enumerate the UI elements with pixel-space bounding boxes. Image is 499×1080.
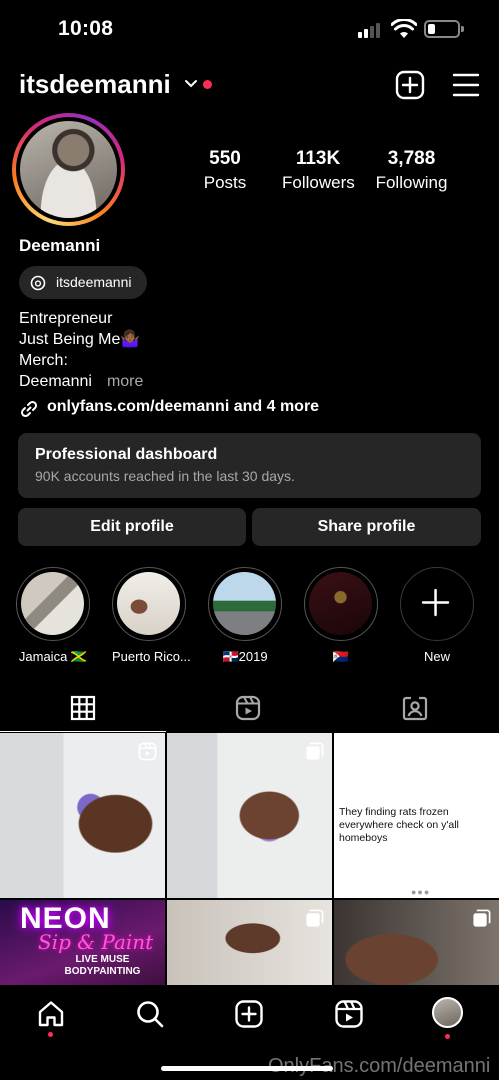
- highlight-label: 🇸🇽: [332, 649, 350, 664]
- threads-icon: [30, 275, 46, 291]
- post-caption: LIVE MUSE BODYPAINTING: [64, 954, 141, 977]
- following-count[interactable]: 3,788 Following: [374, 148, 449, 193]
- followers-count-label: Followers: [282, 173, 355, 192]
- bio-line: Merch:: [19, 352, 68, 369]
- notification-dot: [203, 80, 212, 89]
- bio: Entrepreneur Just Being Me🤷🏾‍♀️ Merch: D…: [19, 308, 143, 392]
- edit-profile-button[interactable]: Edit profile: [18, 508, 246, 546]
- notification-dot: [48, 1032, 53, 1037]
- posts-count[interactable]: 550 Posts: [200, 148, 250, 193]
- tab-tagged[interactable]: [333, 686, 499, 732]
- carousel-icon: [306, 742, 324, 760]
- tab-reels[interactable]: [166, 686, 332, 732]
- search-icon[interactable]: [135, 999, 165, 1029]
- reels-icon[interactable]: [334, 999, 364, 1029]
- display-name: Deemanni: [19, 236, 101, 255]
- menu-icon[interactable]: [452, 72, 480, 98]
- bio-line: Entrepreneur: [19, 310, 113, 327]
- following-count-label: Following: [375, 173, 448, 192]
- plus-icon: [421, 588, 450, 617]
- highlight-label: Jamaica 🇯🇲: [18, 649, 88, 664]
- posts-count-label: Posts: [203, 173, 247, 192]
- followers-count-value: 113K: [295, 148, 341, 169]
- avatar: [20, 121, 117, 218]
- post-thumbnail[interactable]: [334, 900, 499, 985]
- highlight-item[interactable]: Jamaica 🇯🇲: [16, 567, 90, 665]
- bio-link-text: onlyfans.com/deemanni and 4 more: [47, 398, 320, 415]
- home-indicator[interactable]: [161, 1066, 333, 1071]
- bio-line: Just Being Me🤷🏾‍♀️: [19, 331, 141, 348]
- threads-handle: itsdeemanni: [56, 274, 132, 290]
- posts-count-value: 550: [209, 148, 241, 169]
- highlight-item[interactable]: 🇩🇴2019: [208, 567, 282, 665]
- notification-dot: [445, 1034, 450, 1039]
- bio-line: Deemanni: [19, 373, 92, 390]
- highlight-item[interactable]: Puerto Rico...: [112, 567, 191, 664]
- post-subtitle: Sip & Paint: [38, 930, 154, 954]
- threads-badge[interactable]: itsdeemanni: [19, 266, 147, 299]
- cellular-signal-icon: [358, 22, 384, 38]
- dashboard-subtitle: 90K accounts reached in the last 30 days…: [35, 468, 295, 484]
- reels-icon: [138, 742, 157, 761]
- create-icon[interactable]: [395, 70, 425, 100]
- profile-tabs: [0, 686, 499, 732]
- battery-icon: [424, 20, 464, 38]
- grid-icon: [70, 695, 96, 721]
- create-icon[interactable]: [234, 999, 264, 1029]
- tab-posts[interactable]: [0, 686, 166, 732]
- status-time: 10:08: [58, 17, 114, 40]
- profile-header: itsdeemanni: [0, 62, 499, 108]
- new-highlight-button[interactable]: New: [400, 567, 474, 664]
- carousel-icon: [473, 909, 491, 927]
- dashboard-title: Professional dashboard: [35, 446, 218, 463]
- carousel-icon: [306, 909, 324, 927]
- bio-more-link[interactable]: more: [107, 373, 143, 390]
- bio-link[interactable]: onlyfans.com/deemanni and 4 more: [19, 398, 320, 418]
- post-thumbnail[interactable]: They finding rats frozen everywhere chec…: [334, 733, 499, 898]
- share-profile-button[interactable]: Share profile: [252, 508, 481, 546]
- home-icon[interactable]: [36, 999, 66, 1029]
- highlight-label: Puerto Rico...: [112, 649, 191, 664]
- status-bar: 10:08: [0, 0, 499, 60]
- followers-count[interactable]: 113K Followers: [282, 148, 355, 193]
- wifi-icon: [391, 19, 417, 38]
- posts-grid: They finding rats frozen everywhere chec…: [0, 733, 499, 985]
- tagged-icon: [402, 696, 428, 721]
- username[interactable]: itsdeemanni: [19, 69, 171, 100]
- profile-avatar[interactable]: [432, 997, 463, 1028]
- post-thumbnail[interactable]: NEON Sip & Paint LIVE MUSE BODYPAINTING: [0, 900, 165, 985]
- highlight-item[interactable]: 🇸🇽: [304, 567, 378, 665]
- post-thumbnail[interactable]: [167, 900, 332, 985]
- post-text: They finding rats frozen everywhere chec…: [339, 806, 459, 844]
- professional-dashboard[interactable]: Professional dashboard 90K accounts reac…: [18, 433, 481, 498]
- link-icon: [20, 400, 38, 418]
- highlight-label: 🇩🇴2019: [222, 649, 268, 664]
- post-thumbnail[interactable]: [167, 733, 332, 898]
- reels-icon: [235, 695, 261, 721]
- following-count-value: 3,788: [387, 148, 436, 169]
- highlight-label: New: [423, 649, 450, 664]
- chevron-down-icon[interactable]: [183, 76, 199, 92]
- post-thumbnail[interactable]: [0, 733, 165, 898]
- carousel-indicator: ●●●: [411, 887, 431, 897]
- profile-avatar-story-ring[interactable]: [12, 113, 125, 226]
